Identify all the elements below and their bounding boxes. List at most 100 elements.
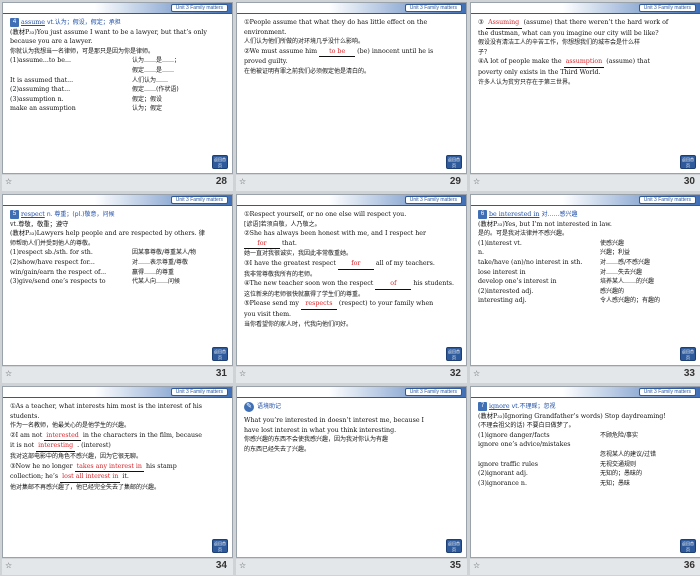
definition: vt.认为；假设，假定；承担	[47, 19, 121, 26]
definition: n. 尊重；(pl.)敬意，问候	[46, 211, 115, 218]
slide-canvas: Unit 3 Family matters ①People assume that…	[236, 2, 467, 174]
sentence-part: ④The new teacher soon won the respect	[244, 280, 376, 288]
sentence: ②She has always been honest with me, and…	[244, 230, 427, 238]
text-line: (3)assumption n. 假定；假设	[10, 95, 226, 105]
slide-thumbnail-32[interactable]: Unit 3 Family matters ①Respect yourself, …	[235, 193, 468, 385]
fill-in-answer: assumption	[563, 57, 605, 68]
text-line: for that.	[244, 239, 460, 250]
slide-thumbnail-34[interactable]: Unit 3 Family matters ①As a teacher, what…	[1, 385, 234, 576]
sentence-part: it is not	[10, 442, 37, 450]
text-line: proved guilty.	[244, 57, 460, 67]
slide-thumbnail-33[interactable]: Unit 3 Family matters 6 be interested in 对…	[469, 193, 700, 385]
phrase: (1)respect sb./sth. for sth.	[10, 249, 93, 257]
fill-in-answer: interested	[44, 431, 81, 442]
chinese-translation: 许多人认为贫穷只存在于第三世界。	[478, 78, 575, 86]
chinese-translation: 在他被证明有罪之前我们必须假定他是清白的。	[244, 67, 371, 75]
sentence: you visit them.	[244, 310, 292, 318]
text-line: ignore one’s advice/mistakes	[478, 440, 694, 450]
fill-in-answer: lost all interest in	[60, 472, 121, 483]
slide-thumbnail-35[interactable]: Unit 3 Family matters ✎ 语境助记 What you’re i…	[235, 385, 468, 576]
text-line: ③I have the greatest respect for all of …	[244, 259, 460, 270]
slide-header-bar: Unit 3 Family matters	[3, 3, 232, 14]
slide-canvas: Unit 3 Family matters ①As a teacher, what…	[2, 386, 233, 558]
phrase-meaning: 不顾危险/事实	[600, 431, 639, 439]
slide-canvas: Unit 3 Family matters ①Respect yourself, …	[236, 194, 467, 366]
text-line: 这位新来的老师很快就赢得了学生们的尊重。	[244, 290, 460, 300]
sentence-part: ②We must assume him	[244, 47, 320, 55]
home-button[interactable]: 返回首页	[680, 347, 696, 361]
home-button[interactable]: 返回首页	[212, 539, 228, 553]
slide-canvas: Unit 3 Family matters 4 assume vt.认为；假设，假定…	[2, 2, 233, 174]
slide-body: 6 be interested in 对……感兴趣 (教材P₃₃)Yes, but …	[478, 210, 694, 306]
text-line: ④A lot of people make the assumption (as…	[478, 57, 694, 68]
home-button[interactable]: 返回首页	[446, 539, 462, 553]
home-button[interactable]: 返回首页	[212, 155, 228, 169]
text-line: 7 ignore vt.不理睬；忽视	[478, 402, 694, 412]
text-line: ②We must assume him to be (be) innocent …	[244, 47, 460, 58]
chinese-translation: 你就认为我想当一名律师，可是那只是因为你是律师。	[10, 47, 155, 55]
phrase: ignore traffic rules	[478, 460, 538, 468]
text-line: vt.尊敬，敬重；遵守	[10, 220, 226, 230]
text-line: 子？	[478, 48, 694, 58]
text-line: ③Now he no longer takes any interest in …	[10, 462, 226, 473]
text-line: ③ Assuming (assume) that there weren’t t…	[478, 18, 694, 29]
slide-thumbnail-29[interactable]: Unit 3 Family matters ①People assume that…	[235, 1, 468, 193]
item-number-icon: 6	[478, 210, 487, 219]
text-line: (教材P₃₃)You just assume I want to be a la…	[10, 28, 226, 38]
phrase-meaning: 因某事尊敬/尊重某人/物	[132, 249, 197, 257]
chinese-translation: 作为一名教师，他最关心的是他学生的兴趣。	[10, 422, 131, 430]
home-button[interactable]: 返回首页	[446, 347, 462, 361]
sentence-part: ⑤Please send my	[244, 300, 301, 308]
sentence: because you are a lawyer.	[10, 38, 93, 46]
slide-grid: Unit 3 Family matters 4 assume vt.认为；假设，假定…	[0, 0, 700, 576]
chinese-translation: 我非常尊敬我所有的老师。	[244, 270, 317, 278]
page-number: 35	[449, 560, 461, 571]
phrase: win/gain/earn the respect of...	[10, 268, 107, 276]
text-line: (2)ignorant adj. 无知的；愚昧的	[478, 469, 694, 479]
sentence: (教材P₃₃)Lawyers help people and are respe…	[10, 230, 205, 238]
home-button[interactable]: 返回首页	[680, 539, 696, 553]
thumbnail-footer: ☆ 31	[2, 367, 233, 383]
slide-header-bar: Unit 3 Family matters	[237, 3, 466, 14]
page-number: 32	[449, 368, 461, 379]
slide-body: 7 ignore vt.不理睬；忽视 (教材P₃₃)Ignoring Grandfa…	[478, 402, 694, 488]
definition: 对……感兴趣	[541, 211, 578, 218]
phrase-meaning: 使感兴趣	[600, 239, 625, 247]
phrase: (3)give/send one’s respects to	[10, 278, 106, 286]
text-line: ①As a teacher, what interests him most i…	[10, 402, 226, 412]
sentence-part: all of my teachers.	[373, 259, 435, 267]
sentence: proved guilty.	[244, 58, 288, 66]
sentence-part: in the characters in the film, because	[80, 431, 202, 439]
text-line: interesting adj. 令人感兴趣的；有趣的	[478, 296, 694, 306]
slide-thumbnail-28[interactable]: Unit 3 Family matters 4 assume vt.认为；假设，假定…	[1, 1, 234, 193]
slide-thumbnail-30[interactable]: Unit 3 Family matters ③ Assuming (assume)…	[469, 1, 700, 193]
text-line: 作为一名教师，他最关心的是他学生的兴趣。	[10, 421, 226, 431]
home-button[interactable]: 返回首页	[446, 155, 462, 169]
text-line: collection; he’s lost all interest in it…	[10, 472, 226, 483]
home-button[interactable]: 返回首页	[212, 347, 228, 361]
slide-header-bar: Unit 3 Family matters	[237, 387, 466, 398]
page-number: 30	[683, 176, 695, 187]
slide-header-bar: Unit 3 Family matters	[237, 195, 466, 206]
slide-body: ①People assume that what they do has lit…	[244, 18, 460, 77]
text-line: 他对集邮不再感兴趣了，他已经完全失去了集邮的兴趣。	[10, 483, 226, 493]
thumbnail-footer: ☆ 32	[236, 367, 467, 383]
phrase: take/have (an)/no interest in sth.	[478, 258, 583, 266]
tip-heading: ✎ 语境助记	[244, 402, 460, 412]
chinese-translation: 我对这部电影中的角色不感兴趣，因为它很无聊。	[10, 452, 143, 460]
chinese-translation: 的东西已经失去了兴趣。	[244, 445, 311, 453]
sentence: have lost interest in what you think int…	[244, 426, 397, 434]
chinese-translation: 子？	[478, 48, 491, 56]
slide-thumbnail-31[interactable]: Unit 3 Family matters 5 respect n. 尊重；(pl.…	[1, 193, 234, 385]
chinese-translation: [谚语]若须自敬，人乃敬之。	[244, 220, 321, 228]
phrase: develop one’s interest in	[478, 278, 557, 286]
sentence: the dustman, what can you imagine our ci…	[478, 29, 659, 37]
text-line: ②She has always been honest with me, and…	[244, 229, 460, 239]
home-button[interactable]: 返回首页	[680, 155, 696, 169]
fill-in-answer: for	[244, 239, 280, 250]
text-line: 许多人认为贫穷只存在于第三世界。	[478, 78, 694, 88]
slide-thumbnail-36[interactable]: Unit 3 Family matters 7 ignore vt.不理睬；忽视 (教…	[469, 385, 700, 576]
text-line: It is assumed that... 人们认为……	[10, 76, 226, 86]
unit-tag: Unit 3 Family matters	[170, 388, 228, 396]
sentence-part: ③I have the greatest respect	[244, 259, 338, 267]
